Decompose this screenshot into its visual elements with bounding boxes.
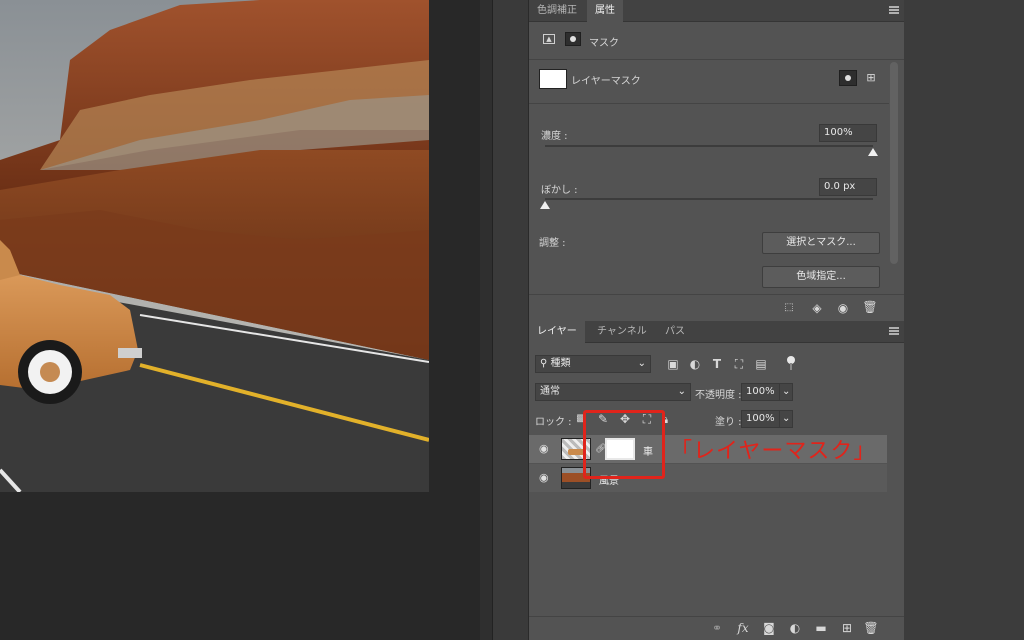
tab-channels[interactable]: チャンネル: [589, 321, 655, 343]
fill-dropdown[interactable]: ⌄: [779, 410, 793, 428]
filter-toggle-switch[interactable]: [787, 356, 795, 370]
opacity-label: 不透明度 :: [695, 390, 742, 401]
landscape-car-image: [0, 0, 429, 492]
load-selection-icon[interactable]: ⬚: [781, 301, 797, 317]
mask-icon[interactable]: ◙: [761, 621, 777, 637]
tab-layers[interactable]: レイヤー: [529, 321, 585, 343]
fill-label: 塗り :: [715, 417, 742, 428]
visibility-eye-icon[interactable]: ◉: [539, 443, 551, 455]
adjustment-icon[interactable]: ◐: [787, 621, 803, 637]
panel-column: 色調補正 属性 ▲ マスク レイヤーマスク ⊞ 濃度 : 100% ぼかし : …: [528, 0, 905, 640]
folder-icon[interactable]: ▬: [813, 621, 829, 637]
tab-paths[interactable]: パス: [657, 321, 693, 343]
annotation-highlight-box: [583, 410, 665, 479]
mask-name-label: レイヤーマスク: [571, 76, 641, 87]
filter-smart-object-icon[interactable]: ▤: [753, 357, 769, 373]
filter-adjustment-icon[interactable]: ◐: [687, 357, 703, 373]
feather-slider-handle[interactable]: [540, 201, 550, 209]
density-slider-track[interactable]: [545, 145, 873, 147]
workspace-right-area: [904, 0, 1024, 640]
select-pixel-mask-button[interactable]: [839, 70, 857, 86]
chevron-down-icon: ⌄: [782, 413, 791, 424]
blend-mode-select[interactable]: 通常 ⌄: [535, 383, 691, 401]
density-slider-handle[interactable]: [868, 148, 878, 156]
delete-mask-icon[interactable]: 🗑: [862, 300, 878, 316]
feather-slider-track[interactable]: [545, 198, 873, 200]
layer-mask-mode-icon[interactable]: [565, 32, 581, 46]
chevron-down-icon: ⌄: [782, 386, 791, 397]
filter-type-icon[interactable]: T: [709, 357, 725, 373]
apply-mask-icon[interactable]: ◈: [809, 301, 825, 317]
layers-footer: ⚭ fx ◙ ◐ ▬ ⊞ 🗑: [529, 616, 905, 640]
filter-pixel-icon[interactable]: ▣: [665, 357, 681, 373]
tab-adjustments[interactable]: 色調補正: [529, 0, 585, 22]
color-range-button[interactable]: 色域指定...: [762, 266, 880, 288]
pixel-mask-icon[interactable]: ▲: [543, 34, 555, 44]
new-layer-icon[interactable]: ⊞: [839, 621, 855, 637]
mode-label: マスク: [589, 38, 619, 49]
document-canvas-area[interactable]: [0, 0, 480, 640]
visibility-eye-icon[interactable]: ◉: [539, 472, 551, 484]
trash-icon[interactable]: 🗑: [863, 621, 879, 637]
tab-properties[interactable]: 属性: [587, 0, 623, 22]
properties-scrollbar[interactable]: [890, 62, 898, 264]
layer-filter-select[interactable]: ⚲ 種類 ⌄: [535, 355, 651, 373]
mask-thumbnail: [539, 69, 567, 89]
mask-info-row: レイヤーマスク ⊞: [529, 60, 889, 104]
select-and-mask-button[interactable]: 選択とマスク...: [762, 232, 880, 254]
fx-icon[interactable]: fx: [735, 621, 751, 637]
density-label: 濃度 :: [541, 131, 568, 142]
layers-tabbar: レイヤー チャンネル パス: [529, 321, 905, 343]
search-icon: ⚲: [540, 358, 551, 369]
properties-mode-row: ▲ マスク: [529, 22, 905, 60]
blend-mode-value: 通常: [540, 386, 560, 397]
filter-shape-icon[interactable]: ⛶: [731, 357, 747, 373]
toggle-mask-eye-icon[interactable]: ◉: [835, 301, 851, 317]
refine-label: 調整 :: [539, 238, 566, 249]
layers-list-empty-area: [529, 492, 887, 614]
layer-filter-kind: 種類: [550, 358, 571, 369]
canvas-scroll-gutter: [480, 0, 492, 640]
feather-field[interactable]: 0.0 px: [819, 178, 877, 196]
document-image[interactable]: [0, 0, 429, 492]
lock-label: ロック :: [535, 417, 572, 428]
chevron-down-icon: ⌄: [637, 358, 646, 369]
opacity-dropdown[interactable]: ⌄: [779, 383, 793, 401]
panel-menu-icon[interactable]: [889, 6, 899, 14]
layers-menu-icon[interactable]: [889, 327, 899, 335]
properties-tabbar: 色調補正 属性: [529, 0, 905, 22]
properties-footer: ⬚ ◈ ◉ 🗑: [529, 294, 905, 320]
add-vector-mask-icon[interactable]: ⊞: [863, 71, 879, 87]
density-field[interactable]: 100%: [819, 124, 877, 142]
link-icon[interactable]: ⚭: [709, 621, 725, 637]
chevron-down-icon: ⌄: [677, 386, 686, 397]
feather-label: ぼかし :: [541, 185, 578, 196]
annotation-label: 「レイヤーマスク」: [670, 439, 877, 464]
panel-dock-gutter: [492, 0, 528, 640]
